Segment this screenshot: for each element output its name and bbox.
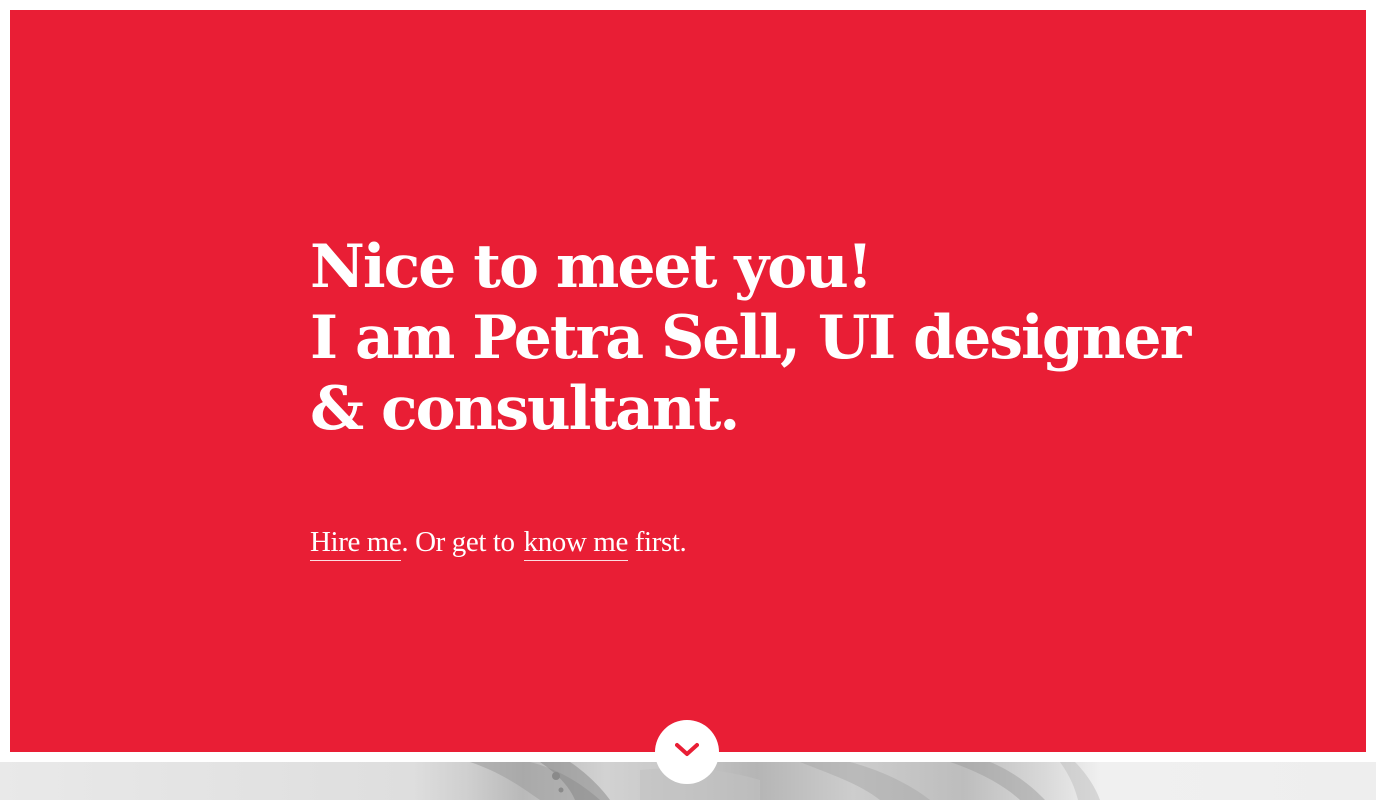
hero-tagline: Hire me. Or get to know me first. xyxy=(310,522,687,562)
tagline-middle-text: . Or get to xyxy=(401,526,515,558)
hire-me-link[interactable]: Hire me xyxy=(310,526,402,561)
scroll-down-button[interactable] xyxy=(655,720,719,784)
headline-line-1: Nice to meet you! xyxy=(310,232,873,302)
hero-headline: Nice to meet you! I am Petra Sell, UI de… xyxy=(310,232,1191,445)
know-me-link[interactable]: know me xyxy=(523,526,628,561)
hero-section: Nice to meet you! I am Petra Sell, UI de… xyxy=(10,10,1366,752)
chevron-down-icon xyxy=(675,743,699,756)
headline-line-3: & consultant. xyxy=(310,374,740,444)
headline-line-2: I am Petra Sell, UI designer xyxy=(310,303,1191,373)
tagline-end-text: first. xyxy=(627,526,687,558)
page: Nice to meet you! I am Petra Sell, UI de… xyxy=(0,0,1376,800)
